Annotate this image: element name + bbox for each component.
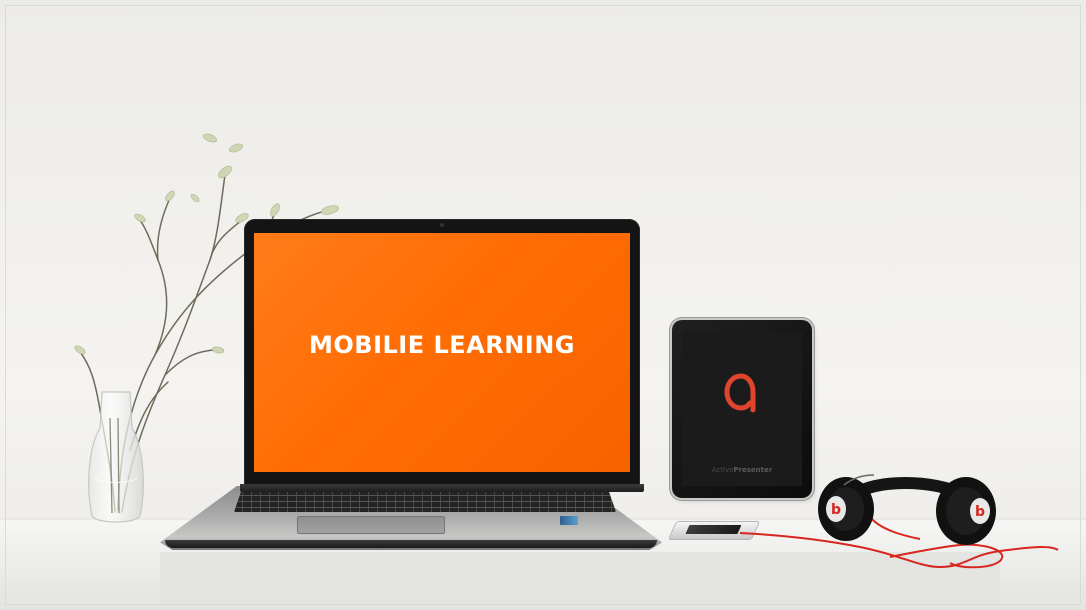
webcam-icon: [440, 223, 444, 227]
tablet-screen: ActivePresenter: [682, 332, 802, 486]
laptop-keyboard: [234, 490, 616, 512]
svg-text:b: b: [975, 504, 985, 520]
laptop-screen-title: MOBILIE LEARNING: [308, 330, 576, 359]
tablet-brand-suffix: Presenter: [733, 466, 773, 474]
tablet-brand-prefix: Active: [711, 466, 734, 474]
activepresenter-logo-icon: [724, 373, 756, 413]
tablet: ActivePresenter: [672, 320, 812, 498]
svg-text:b: b: [831, 502, 841, 518]
glass-vase-icon: [88, 391, 144, 523]
desk-scene: MOBILIE LEARNING ActivePresenter b b: [0, 0, 1086, 610]
laptop-screen: MOBILIE LEARNING: [244, 219, 640, 489]
laptop-base-edge: [165, 540, 657, 548]
tablet-brand: ActivePresenter: [682, 466, 802, 474]
laptop-display: MOBILIE LEARNING: [254, 233, 630, 472]
laptop-sticker: [560, 516, 578, 525]
keyboard-rows: [234, 490, 616, 512]
headphones-icon: b b: [818, 474, 996, 545]
laptop-touchpad: [297, 516, 445, 534]
smartphone-screen: [685, 525, 742, 534]
laptop-bezel-bottom: [240, 484, 644, 492]
